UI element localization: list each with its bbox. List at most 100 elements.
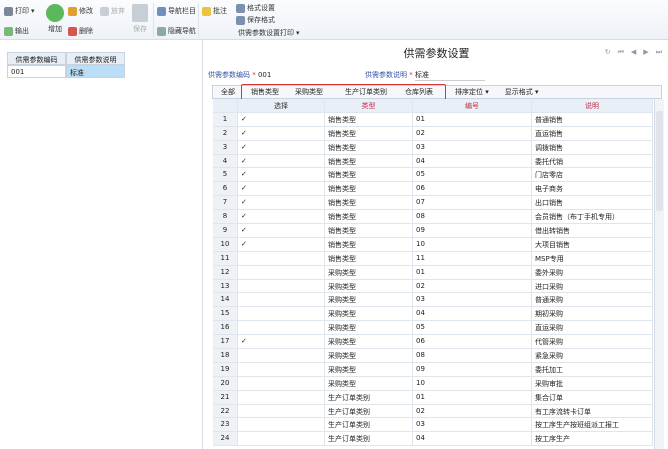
table-row[interactable]: 1 ✓ 销售类型 01 普通销售: [213, 112, 653, 127]
export-button[interactable]: 输出: [4, 26, 29, 36]
scroll-thumb[interactable]: [656, 111, 663, 211]
data-grid: 选择 类型 编号 说明 1 ✓ 销售类型 01 普通销售 2 ✓ 销售类型 02 直运销售 3 ✓ 销售…: [213, 99, 653, 447]
main-panel: 供需参数设置 ↻ ⏮ ◀ ▶ ⏭ 供需参数编码 * 001 供需参数说明 * 标准 全部…: [205, 40, 668, 449]
select-cell[interactable]: [238, 432, 325, 446]
table-row[interactable]: 6 ✓ 销售类型 06 电子商务: [213, 182, 653, 197]
desc-cell: 普通采购: [532, 293, 653, 307]
table-row[interactable]: 15 采购类型 04 期初采购: [213, 307, 653, 322]
table-row[interactable]: 9 ✓ 销售类型 09 借出转销售: [213, 224, 653, 238]
table-row[interactable]: 20 采购类型 10 采购审批: [213, 376, 653, 391]
select-cell[interactable]: ✓: [238, 210, 325, 224]
table-row[interactable]: 10 ✓ 销售类型 10 大项目销售: [213, 237, 653, 252]
table-row[interactable]: 18 采购类型 08 紧急采购: [213, 349, 653, 363]
tab-all[interactable]: 全部: [213, 87, 243, 97]
select-cell[interactable]: ✓: [238, 126, 325, 140]
desc-cell: 委托加工: [532, 362, 653, 376]
table-row[interactable]: 14 采购类型 03 普通采购: [213, 293, 653, 308]
table-row[interactable]: 23 生产订单类别 03 按工序生产按班组派工报工: [213, 418, 653, 433]
save-format-button[interactable]: 保存格式: [236, 15, 275, 25]
modify-button[interactable]: 修改: [68, 6, 93, 16]
save-button[interactable]: 保存: [132, 4, 148, 34]
print-settings-button[interactable]: 供需参数设置打印 ▾: [238, 28, 300, 38]
table-row[interactable]: 16 采购类型 05 直运采购: [213, 321, 653, 336]
table-row[interactable]: 24 生产订单类别 04 按工序生产: [213, 432, 653, 447]
code-cell: 01: [413, 265, 532, 279]
last-icon[interactable]: ⏭: [656, 48, 662, 57]
select-cell[interactable]: [238, 349, 325, 362]
abandon-button[interactable]: 放弃: [100, 6, 125, 16]
table-row[interactable]: 21 生产订单类别 01 集合订单: [213, 390, 653, 405]
format-settings-button[interactable]: 格式设置: [236, 3, 275, 13]
vertical-scrollbar[interactable]: [654, 99, 664, 449]
select-cell[interactable]: [238, 251, 325, 265]
select-cell[interactable]: [238, 404, 325, 418]
refresh-icon[interactable]: ↻: [605, 48, 611, 57]
hide-icon: [157, 26, 166, 36]
row-number: 7: [213, 196, 238, 210]
row-number: 8: [213, 210, 238, 224]
col-header-select[interactable]: 选择: [238, 99, 325, 112]
delete-icon: [68, 26, 77, 36]
list-item[interactable]: 001 标准: [7, 65, 125, 78]
select-cell[interactable]: ✓: [238, 168, 325, 182]
table-row[interactable]: 7 ✓ 销售类型 07 出口销售: [213, 196, 653, 211]
select-cell[interactable]: [238, 307, 325, 321]
select-cell[interactable]: ✓: [238, 196, 325, 210]
select-cell[interactable]: [238, 265, 325, 279]
desc-cell: 采购审批: [532, 376, 653, 390]
select-cell[interactable]: [238, 279, 325, 293]
annotate-button[interactable]: 批注: [202, 6, 227, 16]
select-cell[interactable]: ✓: [238, 237, 325, 251]
table-row[interactable]: 11 销售类型 11 MSP专用: [213, 251, 653, 266]
export-icon: [4, 26, 13, 36]
table-row[interactable]: 12 采购类型 01 委外采购: [213, 265, 653, 280]
display-format-dropdown[interactable]: 显示格式 ▾: [497, 87, 547, 97]
table-row[interactable]: 5 ✓ 销售类型 05 门店零店: [213, 168, 653, 183]
code-cell: 06: [413, 182, 532, 196]
select-cell[interactable]: ✓: [238, 154, 325, 168]
type-cell: 销售类型: [325, 126, 413, 140]
pencil-icon: [68, 6, 77, 16]
col-header[interactable]: 供需参数编码: [7, 52, 66, 65]
print-button[interactable]: 打印 ▾: [4, 6, 35, 16]
table-row[interactable]: 8 ✓ 销售类型 08 会员销售（布丁手机专用）: [213, 210, 653, 225]
nav-column-button[interactable]: 导航栏目: [157, 6, 196, 16]
code-cell: 10: [413, 237, 532, 251]
select-cell[interactable]: [238, 293, 325, 307]
table-row[interactable]: 13 采购类型 02 进口采购: [213, 279, 653, 294]
hide-nav-button[interactable]: 隐藏导航: [157, 26, 196, 36]
select-cell[interactable]: [238, 418, 325, 432]
col-header-code[interactable]: 编号: [413, 99, 532, 112]
table-row[interactable]: 3 ✓ 销售类型 03 调拨销售: [213, 140, 653, 155]
select-cell[interactable]: ✓: [238, 182, 325, 196]
table-row[interactable]: 4 ✓ 销售类型 04 委托代销: [213, 154, 653, 169]
select-cell[interactable]: [238, 390, 325, 404]
select-cell[interactable]: [238, 376, 325, 390]
select-cell[interactable]: [238, 321, 325, 335]
first-icon[interactable]: ⏮: [618, 48, 624, 57]
table-row[interactable]: 22 生产订单类别 02 有工序流转卡订单: [213, 404, 653, 419]
select-cell[interactable]: ✓: [238, 140, 325, 154]
next-icon[interactable]: ▶: [643, 48, 648, 57]
code-cell: 02: [413, 279, 532, 293]
delete-button[interactable]: 删除: [68, 26, 93, 36]
table-row[interactable]: 17 ✓ 采购类型 06 代管采购: [213, 335, 653, 350]
col-header-desc[interactable]: 说明: [532, 99, 653, 112]
add-button[interactable]: 增加: [46, 4, 64, 34]
code-cell: 11: [413, 251, 532, 265]
desc-cell: 代管采购: [532, 335, 653, 349]
prev-icon[interactable]: ◀: [631, 48, 636, 57]
table-row[interactable]: 19 采购类型 09 委托加工: [213, 362, 653, 377]
select-cell[interactable]: ✓: [238, 335, 325, 349]
desc-cell: 按工序生产: [532, 432, 653, 446]
select-cell[interactable]: ✓: [238, 112, 325, 126]
col-header[interactable]: 供需参数说明: [66, 52, 125, 65]
select-cell[interactable]: ✓: [238, 224, 325, 237]
table-row[interactable]: 2 ✓ 销售类型 02 直运销售: [213, 126, 653, 141]
type-cell: 采购类型: [325, 307, 413, 321]
col-header-type[interactable]: 类型: [325, 99, 413, 112]
sort-dropdown[interactable]: 排序定位 ▾: [441, 87, 497, 97]
row-number: 22: [213, 404, 238, 418]
code-cell: 04: [413, 154, 532, 168]
select-cell[interactable]: [238, 362, 325, 376]
